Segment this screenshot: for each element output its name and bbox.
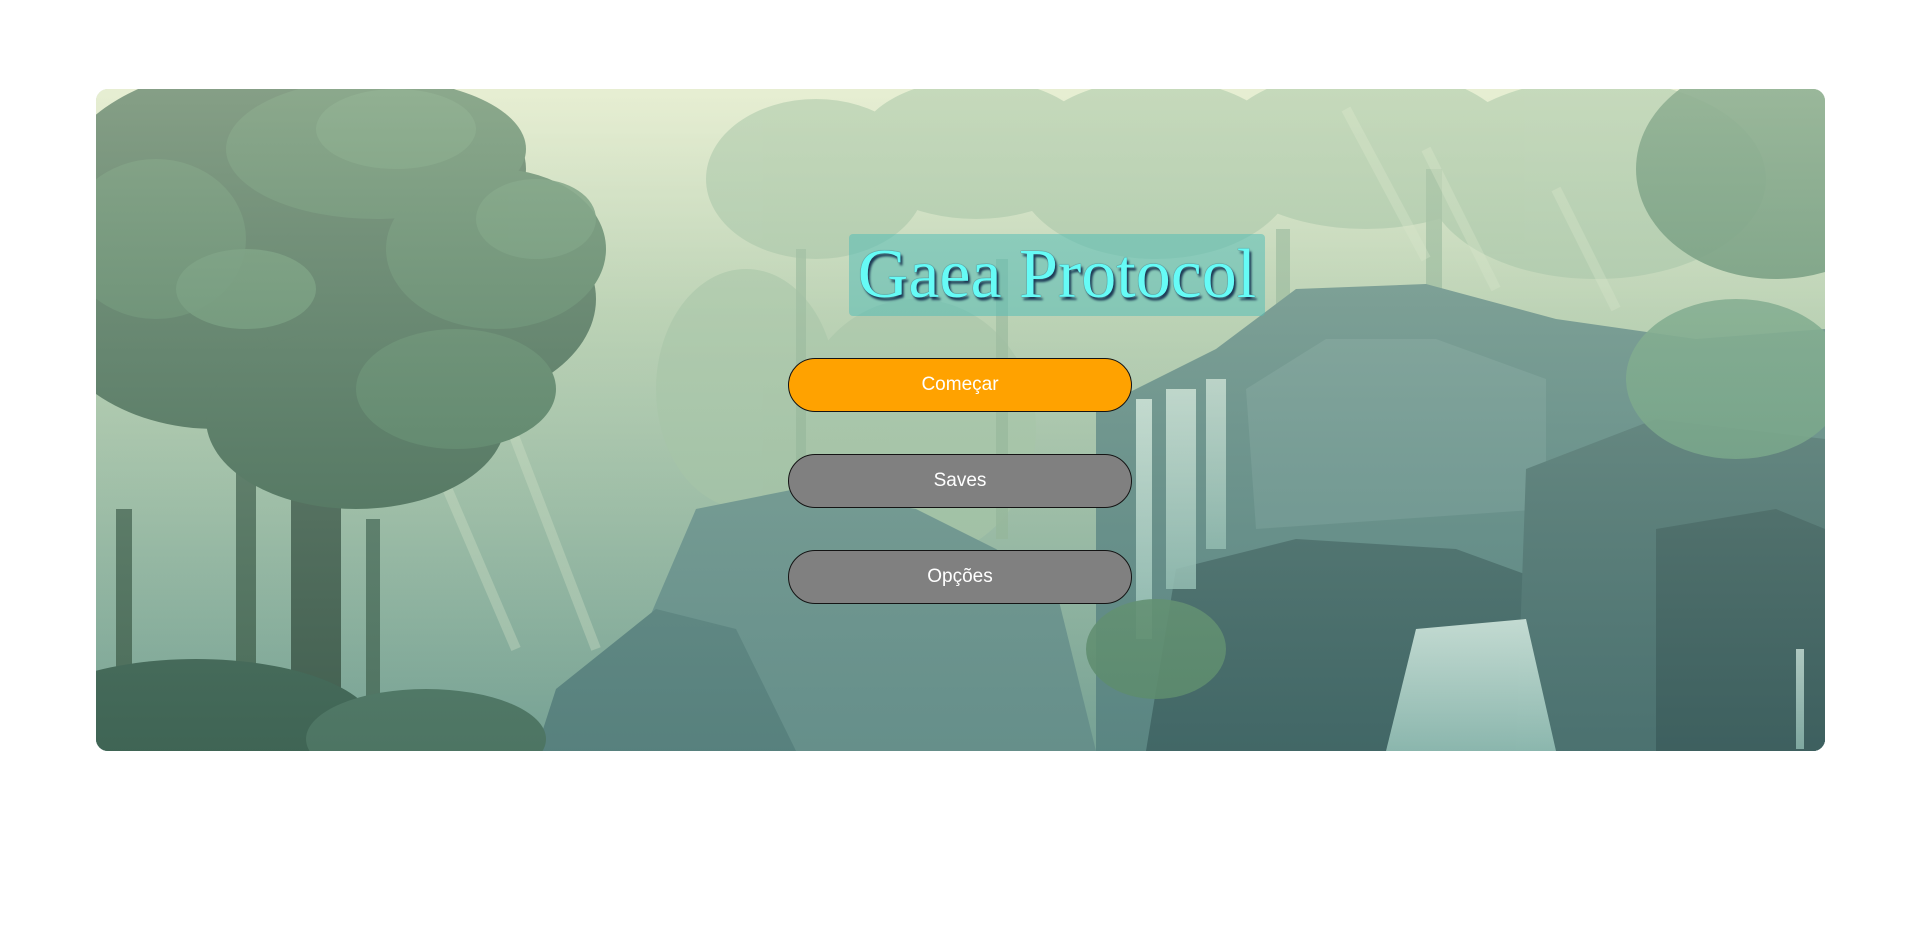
- options-button[interactable]: Opções: [788, 550, 1132, 604]
- game-title: Gaea Protocol: [857, 236, 1257, 313]
- saves-button[interactable]: Saves: [788, 454, 1132, 508]
- title-banner: Gaea Protocol: [849, 234, 1265, 316]
- game-main-menu: Gaea Protocol Começar Saves Opções: [96, 89, 1825, 751]
- forest-waterfall-background: [96, 89, 1825, 751]
- start-button[interactable]: Começar: [788, 358, 1132, 412]
